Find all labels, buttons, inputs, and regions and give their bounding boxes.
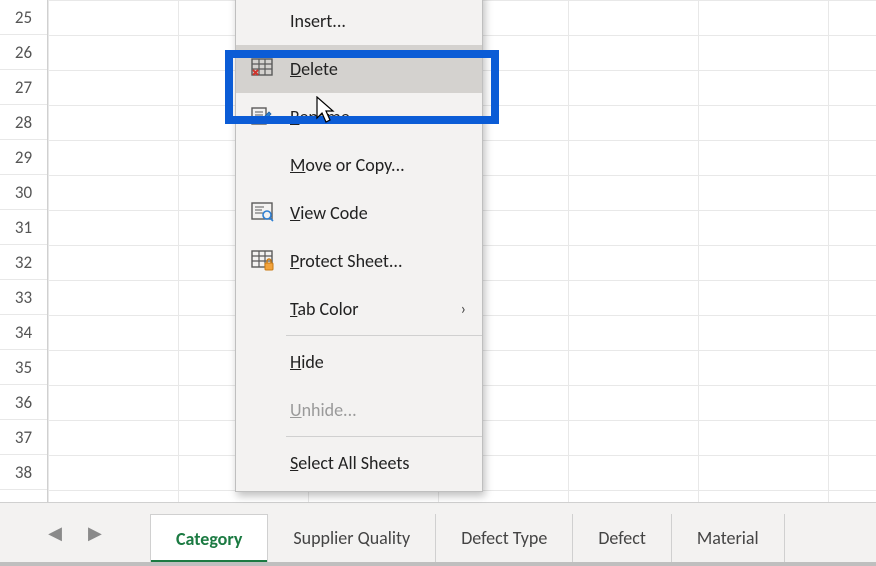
sheet-tab-bar: ◀ ▶ Category Supplier Quality Defect Type D… [0,502,876,566]
menu-item-selectall[interactable]: Select All Sheets [236,439,482,487]
menu-item-label: Move or Copy... [290,154,466,176]
sheet-tab-defect-type[interactable]: Defect Type [436,514,573,562]
row-header[interactable]: 29 [0,140,47,175]
chevron-right-icon: › [461,300,466,319]
menu-separator [286,436,482,437]
row-header-column: 2526272829303132333435363738 [0,0,48,502]
menu-icon-placeholder [250,8,276,34]
row-header[interactable]: 38 [0,455,47,490]
table-delete-icon [250,56,276,82]
row-header[interactable]: 37 [0,420,47,455]
row-header[interactable]: 35 [0,350,47,385]
view-code-icon [250,200,276,226]
menu-item-tabcolor[interactable]: Tab Color› [236,285,482,333]
row-header[interactable]: 32 [0,245,47,280]
menu-icon-placeholder [250,152,276,178]
menu-item-label: Unhide... [290,399,466,421]
row-header[interactable]: 34 [0,315,47,350]
row-header[interactable]: 27 [0,70,47,105]
sheet-tab-label: Supplier Quality [293,527,410,549]
row-header[interactable]: 30 [0,175,47,210]
menu-item-move[interactable]: Move or Copy... [236,141,482,189]
menu-item-insert[interactable]: Insert... [236,0,482,45]
menu-item-label: View Code [290,202,466,224]
menu-item-label: Tab Color [290,298,461,320]
tab-prev-icon[interactable]: ◀ [48,522,62,544]
sheet-tab-defect[interactable]: Defect [573,514,672,562]
sheet-tab-label: Defect Type [461,527,547,549]
menu-icon-placeholder [250,450,276,476]
row-header[interactable]: 28 [0,105,47,140]
menu-item-delete[interactable]: Delete [236,45,482,93]
menu-icon-placeholder [250,397,276,423]
menu-item-rename[interactable]: Rename [236,93,482,141]
menu-item-label: Insert... [290,10,466,32]
menu-item-protect[interactable]: Protect Sheet... [236,237,482,285]
sheet-tab-context-menu: Insert... Delete Rename Move or Copy... View… [235,0,483,492]
menu-item-label: Rename [290,106,466,128]
row-header[interactable]: 33 [0,280,47,315]
menu-separator [286,335,482,336]
row-header[interactable]: 25 [0,0,47,35]
rename-icon [250,104,276,130]
sheet-tab-label: Defect [598,527,646,549]
tabs-container: Category Supplier Quality Defect Type Defec… [150,503,876,562]
sheet-tab-label: Material [697,527,759,549]
menu-item-label: Select All Sheets [290,452,466,474]
sheet-tab-supplier-quality[interactable]: Supplier Quality [268,514,436,562]
menu-item-label: Protect Sheet... [290,250,466,272]
protect-icon [250,248,276,274]
menu-item-unhide: Unhide... [236,386,482,434]
tab-next-icon[interactable]: ▶ [88,522,102,544]
row-header[interactable]: 36 [0,385,47,420]
row-header[interactable]: 26 [0,35,47,70]
menu-item-label: Delete [290,58,466,80]
menu-icon-placeholder [250,296,276,322]
row-header[interactable]: 31 [0,210,47,245]
sheet-tab-material[interactable]: Material [672,514,785,562]
menu-item-label: Hide [290,351,466,373]
menu-item-viewcode[interactable]: View Code [236,189,482,237]
sheet-tab-category[interactable]: Category [150,514,268,562]
menu-item-hide[interactable]: Hide [236,338,482,386]
sheet-tab-label: Category [176,528,242,550]
tab-nav-arrows[interactable]: ◀ ▶ [0,522,150,544]
menu-icon-placeholder [250,349,276,375]
